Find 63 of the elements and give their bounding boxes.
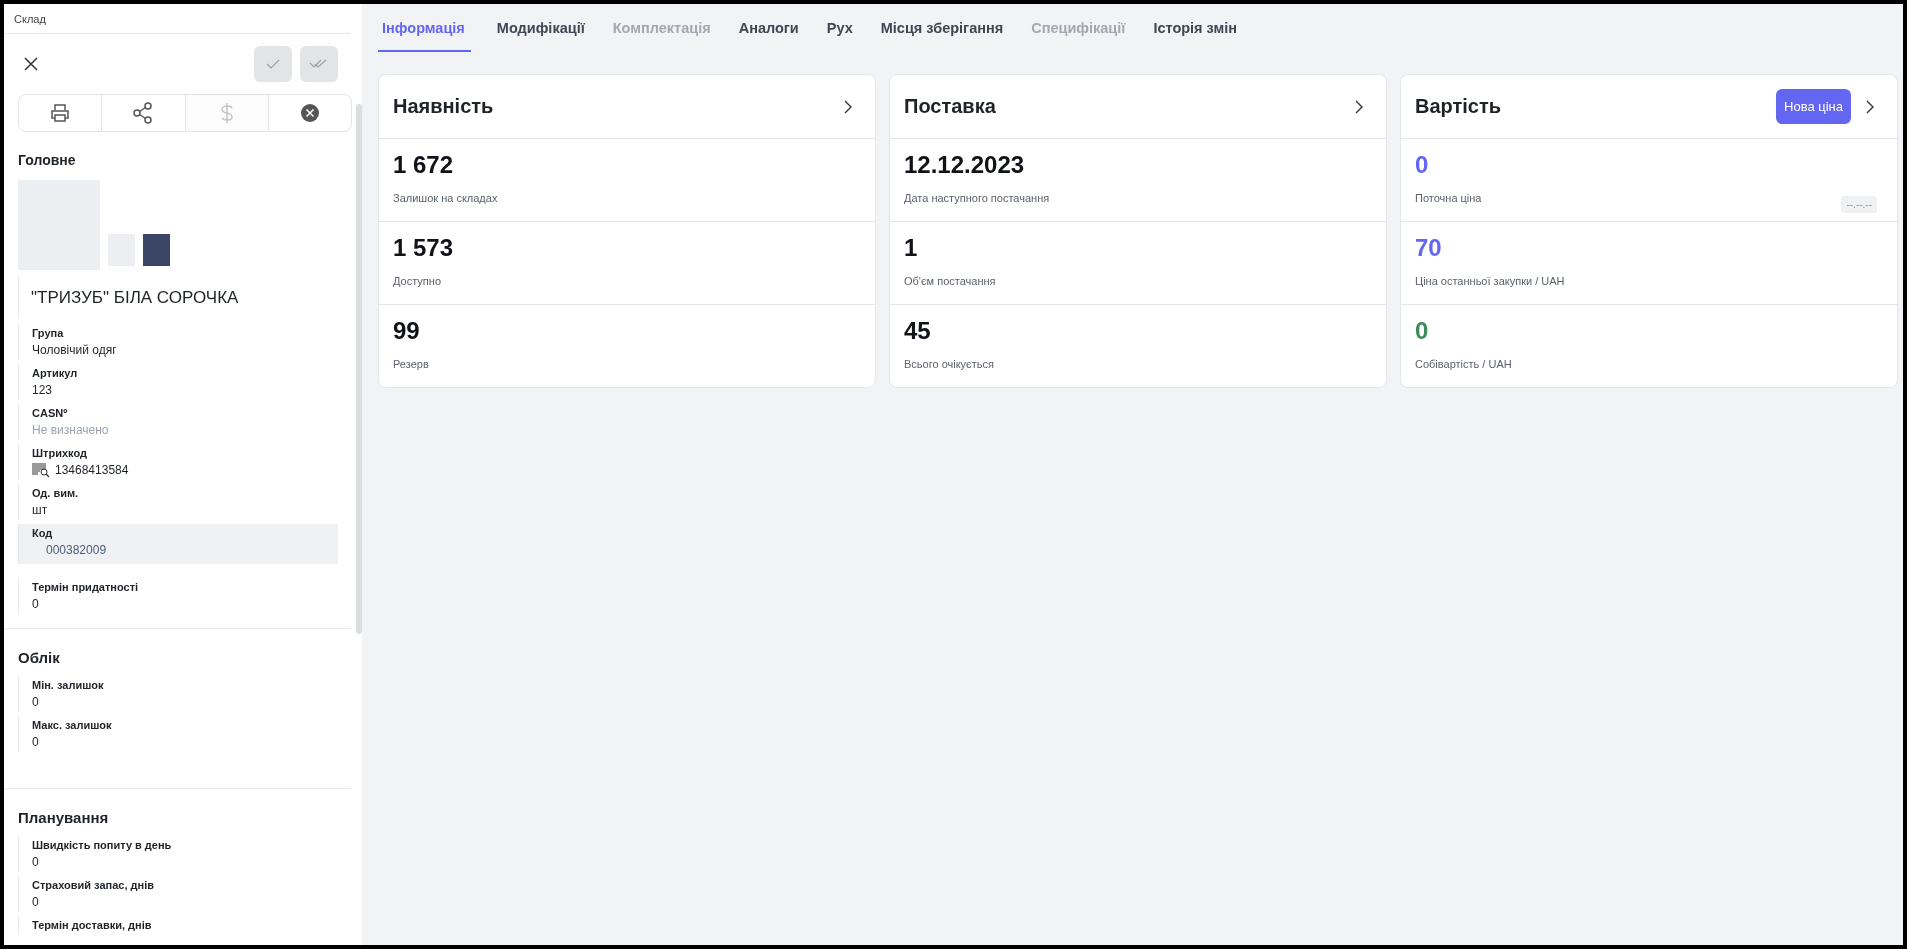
field-label: Штрихкод — [32, 446, 88, 461]
stat-value: 0 — [1415, 317, 1430, 345]
field-label: Термін доставки, днів — [32, 918, 153, 933]
field-value: 0 — [32, 596, 39, 613]
stat-value: 70 — [1415, 234, 1443, 262]
stat-value: 1 672 — [393, 151, 455, 179]
tab[interactable]: Інформація — [378, 4, 471, 52]
field-value: 13468413584 — [55, 462, 129, 479]
field-value: 0 — [32, 694, 39, 711]
section-title: Облік — [17, 648, 61, 668]
field-label: Од. вим. — [32, 486, 80, 501]
stat-value: 0 — [1415, 151, 1430, 179]
field-label: Артикул — [32, 366, 79, 381]
card-title: Вартість — [1415, 95, 1503, 118]
field-label: Макс. залишок — [32, 718, 113, 733]
stat-value: 1 573 — [393, 234, 455, 262]
field-label: Код — [32, 526, 54, 541]
field-value: 0 — [32, 854, 39, 871]
field-label: Швидкість попиту в день — [32, 838, 173, 853]
field-value: Чоловічий одяг — [32, 342, 117, 359]
field-value: шт — [32, 502, 48, 519]
stat-value: 1 — [904, 234, 919, 262]
stat-label: Всього очікується — [904, 358, 995, 370]
close-icon — [24, 57, 38, 71]
field-label: Термін придатності — [32, 580, 140, 595]
card-title: Поставка — [904, 95, 997, 118]
double-check-icon — [309, 59, 329, 69]
stat-value: 45 — [904, 317, 932, 345]
field-label: Страховий запас, днів — [32, 878, 155, 893]
field-value: 0 — [32, 894, 39, 911]
tab[interactable]: Модифікації — [482, 4, 599, 52]
chevron-right-icon[interactable] — [1865, 99, 1875, 114]
stat-label: Ціна останньої закупки / UAH — [1415, 275, 1566, 287]
new-price-button[interactable]: Нова ціна — [1776, 89, 1851, 124]
section-title: Головне — [17, 151, 77, 170]
stat-label: Доступно — [393, 275, 442, 287]
date-badge: --.--.-- — [1841, 196, 1877, 213]
breadcrumb: Склад — [4, 4, 351, 34]
tab[interactable]: Історія змін — [1139, 4, 1251, 52]
field-label: CASNº — [32, 406, 69, 421]
section-title: Планування — [17, 808, 110, 828]
check-icon — [266, 59, 280, 69]
field-value: Не визначено — [32, 422, 109, 439]
stat-label: Об'єм постачання — [904, 275, 997, 287]
chevron-right-icon[interactable] — [1354, 99, 1364, 114]
stat-label: Залишок на складах — [393, 192, 499, 204]
field-label: Група — [32, 326, 65, 341]
scrollbar[interactable] — [356, 104, 362, 634]
stat-label: Поточна ціна — [1415, 192, 1483, 204]
stat-label: Резерв — [393, 358, 430, 370]
field-label: Мін. залишок — [32, 678, 105, 693]
tab[interactable]: Аналоги — [724, 4, 813, 52]
chevron-right-icon[interactable] — [843, 99, 853, 114]
field-value: 123 — [32, 382, 53, 399]
field-value: 0 — [32, 734, 39, 751]
stat-value: 12.12.2023 — [904, 151, 1026, 179]
field-value: 000382009 — [45, 542, 107, 559]
stat-value: 99 — [393, 317, 421, 345]
stat-label: Собівартість / UAH — [1415, 358, 1513, 370]
tab[interactable]: Рух — [812, 4, 867, 52]
tab[interactable]: Місця зберігання — [866, 4, 1018, 52]
stat-label: Дата наступного постачання — [904, 192, 1051, 204]
card-title: Наявність — [393, 95, 495, 118]
